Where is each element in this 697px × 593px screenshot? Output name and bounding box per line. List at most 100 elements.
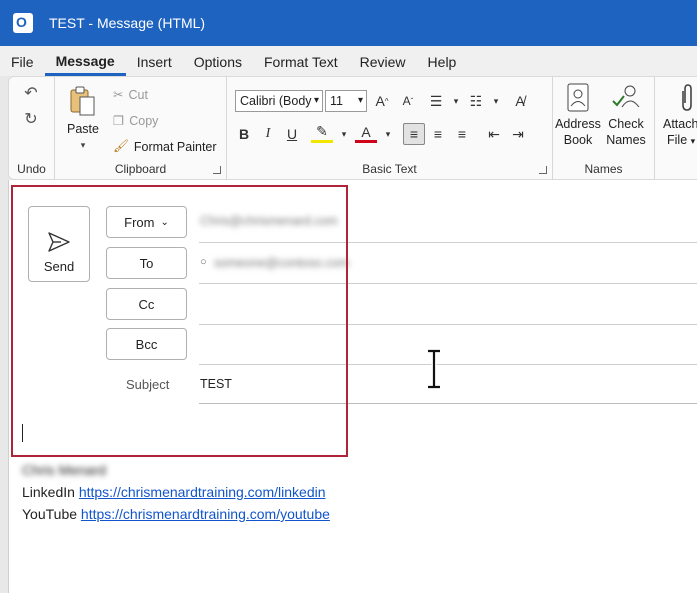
menu-review[interactable]: Review (349, 46, 417, 76)
youtube-link[interactable]: https://chrismenardtraining.com/youtube (81, 506, 330, 522)
chevron-down-icon[interactable]: ▾ (377, 123, 399, 145)
cut-button[interactable]: ✂ Cut (113, 87, 148, 103)
underline-icon[interactable]: U (281, 123, 303, 145)
paperclip-icon (682, 84, 692, 111)
title-bar: TEST - Message (HTML) (0, 0, 697, 46)
group-undo: ↶ ↻ Undo (9, 77, 55, 181)
menu-help[interactable]: Help (417, 46, 468, 76)
chevron-down-icon: ⌄ (160, 216, 169, 228)
bcc-label: Bcc (135, 336, 158, 352)
menu-file[interactable]: File (0, 46, 45, 76)
signature-youtube: YouTube https://chrismenardtraining.com/… (22, 506, 330, 522)
signature-name: Chris Menard (22, 462, 107, 478)
increase-indent-icon[interactable]: ⇥ (507, 123, 529, 145)
address-book-label-1: Address (555, 117, 601, 131)
scissors-icon: ✂ (113, 88, 124, 102)
highlight-icon[interactable]: ✎ (311, 123, 333, 143)
chevron-down-icon[interactable]: ▾ (485, 90, 507, 112)
check-names-label-2: Names (606, 133, 646, 147)
from-value: Chris@chrismenard.com (200, 214, 338, 228)
basic-text-launcher-icon[interactable] (539, 166, 547, 174)
bold-icon[interactable]: B (233, 123, 255, 145)
align-left-icon[interactable]: ≡ (403, 123, 425, 145)
grow-font-icon[interactable]: A ^ (371, 90, 393, 112)
paste-chevron-icon[interactable]: ▾ (63, 137, 103, 153)
clipboard-launcher-icon[interactable] (213, 166, 221, 174)
cc-button[interactable]: Cc (106, 288, 187, 320)
youtube-label: YouTube (22, 506, 78, 522)
font-name-box[interactable]: Calibri (Body ▾ (235, 90, 323, 112)
copy-label: Copy (129, 113, 159, 128)
chevron-down-icon[interactable]: ▾ (333, 123, 355, 145)
font-color-icon[interactable]: A (355, 123, 377, 143)
numbering-icon[interactable]: ☷ (465, 90, 487, 112)
menu-format-text[interactable]: Format Text (253, 46, 349, 76)
address-book-icon (567, 83, 589, 112)
decrease-indent-icon[interactable]: ⇤ (483, 123, 505, 145)
group-names: Address Book Check Names Names (553, 77, 655, 181)
group-clipboard: Paste ▾ ✂ Cut ❐ Copy 🖌 Format Painter Clipb… (55, 77, 227, 181)
menu-options[interactable]: Options (183, 46, 253, 76)
undo-icon[interactable]: ↶ (21, 83, 41, 103)
font-name-value: Calibri (Body (240, 94, 312, 108)
paste-label: Paste (67, 122, 99, 136)
group-label-clipboard: Clipboard (114, 162, 167, 176)
bcc-button[interactable]: Bcc (106, 328, 187, 360)
address-book-button[interactable]: Address Book (555, 83, 601, 148)
group-basic-text: Calibri (Body ▾ 11 ▾ A ^ Aˇ ☰ ▾ ☷ ▾ A̸ B I … (227, 77, 553, 181)
align-right-icon[interactable]: ≡ (451, 123, 473, 145)
linkedin-link[interactable]: https://chrismenardtraining.com/linkedin (79, 484, 326, 500)
from-divider (199, 242, 697, 243)
copy-button[interactable]: ❐ Copy (113, 113, 159, 129)
redo-icon[interactable]: ↻ (21, 109, 41, 129)
send-icon (48, 231, 70, 252)
cc-label: Cc (138, 296, 155, 312)
window-title: TEST - Message (HTML) (49, 15, 206, 31)
chevron-down-icon: ▾ (313, 95, 319, 106)
subject-input[interactable]: TEST (200, 377, 232, 391)
send-button[interactable]: Send (28, 206, 90, 282)
chevron-down-icon: ▾ (357, 95, 363, 106)
text-caret[interactable] (22, 424, 23, 442)
check-names-label-1: Check (608, 117, 644, 131)
to-divider (199, 283, 697, 284)
shrink-font-icon[interactable]: Aˇ (397, 90, 419, 112)
format-painter-label: Format Painter (133, 139, 217, 154)
group-label-names: Names (584, 162, 623, 176)
bullets-icon[interactable]: ☰ (425, 90, 447, 112)
check-names-icon (612, 85, 640, 108)
subject-label: Subject (126, 377, 170, 392)
font-size-box[interactable]: 11 ▾ (325, 90, 367, 112)
attach-file-label-1: Attach (663, 117, 697, 131)
check-names-button[interactable]: Check Names (603, 83, 649, 148)
ribbon: ↶ ↻ Undo Paste ▾ ✂ Cut ❐ Copy 🖌 Format Pain… (8, 76, 697, 181)
from-label: From (124, 214, 155, 230)
group-label-basic-text: Basic Text (362, 162, 417, 176)
attach-file-button[interactable]: Attach File ▾ (663, 83, 697, 149)
to-button[interactable]: To (106, 247, 187, 279)
from-button[interactable]: From ⌄ (106, 206, 187, 238)
menu-insert[interactable]: Insert (126, 46, 183, 76)
to-value[interactable]: someone@contoso.com (214, 256, 349, 270)
format-painter-button[interactable]: 🖌 Format Painter (113, 139, 217, 154)
align-center-icon[interactable]: ≡ (427, 123, 449, 145)
chevron-down-icon[interactable]: ▾ (445, 90, 467, 112)
address-book-label-2: Book (563, 133, 593, 147)
group-include: Attach File ▾ (655, 77, 697, 181)
cc-divider (199, 324, 697, 325)
italic-icon[interactable]: I (257, 123, 279, 145)
group-label-undo: Undo (17, 162, 46, 176)
menu-message[interactable]: Message (44, 46, 126, 76)
subject-divider (199, 403, 697, 404)
menu-bar: File Message Insert Options Format Text … (0, 46, 697, 76)
styles-icon[interactable]: A̸ (509, 90, 531, 112)
bcc-divider (199, 364, 697, 365)
to-label: To (139, 255, 154, 271)
linkedin-label: LinkedIn (22, 484, 75, 500)
ibeam-cursor-icon (428, 349, 440, 389)
paste-button[interactable]: Paste ▾ (63, 85, 103, 153)
outlook-icon (13, 13, 33, 33)
paintbrush-icon: 🖌 (113, 139, 129, 153)
paste-icon (70, 86, 95, 116)
signature-linkedin: LinkedIn https://chrismenardtraining.com… (22, 484, 326, 500)
